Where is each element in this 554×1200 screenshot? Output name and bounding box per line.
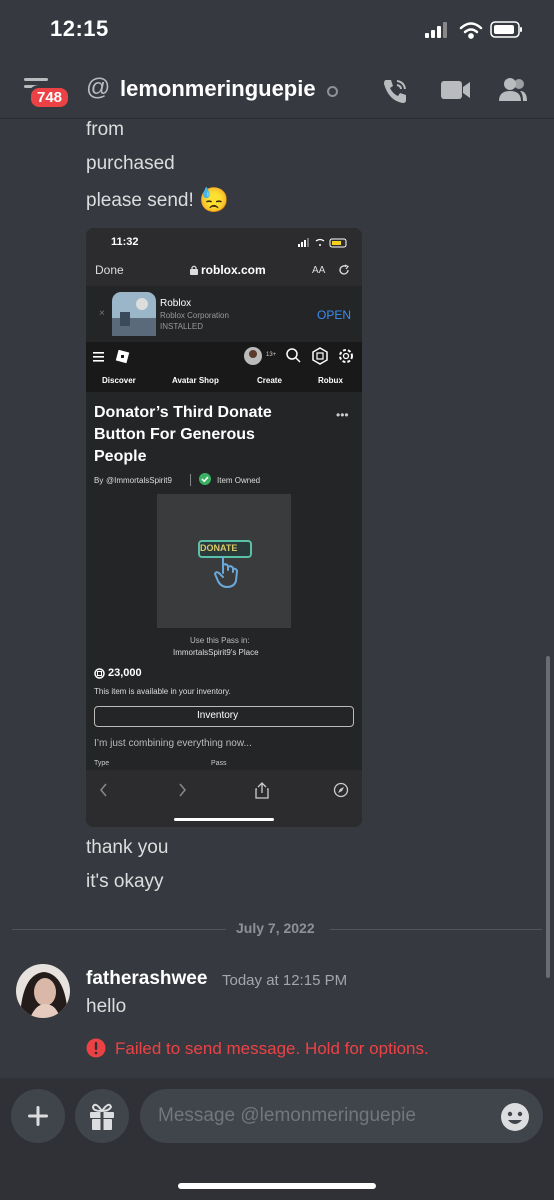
error-icon	[86, 1038, 106, 1058]
shot-donate-text: DONATE	[200, 543, 238, 553]
message-input-placeholder: Message @lemonmeringuepie	[158, 1105, 416, 1126]
shot-more-icon: •••	[336, 408, 349, 422]
plus-icon	[28, 1106, 48, 1126]
message-line-2: purchased	[86, 153, 175, 174]
emoji-picker-icon[interactable]	[500, 1102, 530, 1132]
shot-app-status: INSTALLED	[160, 322, 203, 331]
shot-robux-icon	[94, 668, 105, 679]
shot-roblox-app-icon	[112, 292, 156, 336]
shot-by: By	[94, 476, 104, 485]
shot-avatar-icon	[244, 347, 262, 365]
shot-app-company: Roblox Corporation	[160, 311, 229, 320]
message-line-5: it's okayy	[86, 871, 164, 892]
shot-place: ImmortalsSpirit9's Place	[173, 648, 259, 657]
shot-available: This item is available in your inventory…	[94, 687, 231, 696]
message-timestamp: Today at 12:15 PM	[222, 972, 348, 989]
offline-status-icon	[327, 86, 338, 97]
status-icons	[425, 21, 522, 39]
error-message[interactable]: Failed to send message. Hold for options…	[115, 1039, 429, 1059]
shot-inventory-label: Inventory	[197, 710, 239, 721]
shot-nav-icons	[286, 347, 353, 365]
unread-badge[interactable]: 748	[28, 85, 72, 110]
shot-pointer-hand-icon	[213, 556, 239, 589]
shot-nav-discover: Discover	[102, 376, 136, 385]
date-divider: July 7, 2022	[236, 920, 315, 936]
shot-price: 23,000	[108, 667, 142, 679]
shot-status-icons	[298, 238, 347, 248]
message-author[interactable]: fatherashwee	[86, 968, 207, 990]
shot-aa: AA	[312, 265, 326, 276]
shot-safari-toolbar-icons	[100, 782, 349, 799]
shot-use-pass: Use this Pass in:	[190, 636, 250, 645]
shot-menu-logo-icons	[93, 350, 130, 364]
message-line-3: please send!	[86, 190, 194, 211]
gift-icon	[90, 1103, 114, 1130]
members-icon[interactable]	[498, 76, 528, 104]
message-line-4: thank you	[86, 837, 169, 858]
wifi-icon	[459, 22, 483, 39]
shot-age: 13+	[266, 352, 277, 358]
sweat-emoji: 😓	[199, 187, 229, 214]
shot-nav-avatar-shop: Avatar Shop	[172, 376, 219, 385]
add-button[interactable]	[11, 1089, 65, 1143]
status-time: 12:15	[50, 16, 109, 41]
message-line-1: from	[86, 119, 124, 140]
shot-banner-close-icon: ×	[99, 308, 105, 319]
shot-nav-create: Create	[257, 376, 282, 385]
gift-button[interactable]	[75, 1089, 129, 1143]
shot-nav-robux: Robux	[318, 376, 343, 385]
shot-type-value: Pass	[211, 760, 227, 767]
shot-time: 11:32	[111, 236, 139, 248]
dm-at-icon: @	[86, 74, 111, 101]
shot-done-button: Done	[95, 263, 124, 277]
signal-icon	[425, 22, 447, 38]
shot-title-3: People	[94, 448, 147, 465]
shot-type-label: Type	[94, 760, 110, 767]
battery-icon	[490, 21, 522, 38]
message-text: hello	[86, 996, 127, 1017]
avatar[interactable]	[16, 964, 70, 1018]
shot-lock-icon	[190, 265, 198, 275]
shot-owned-check-icon	[199, 473, 211, 485]
image-attachment[interactable]: 11:32 Done roblox.com AA × Roblox Roblox…	[86, 228, 362, 827]
shot-title-1: Donator’s Third Donate	[94, 404, 272, 421]
shot-title-2: Button For Generous	[94, 426, 255, 443]
phone-call-icon[interactable]	[380, 76, 410, 106]
shot-description: I’m just combining everything now...	[94, 738, 252, 749]
shot-url: roblox.com	[201, 263, 266, 277]
channel-title[interactable]: lemonmeringuepie	[120, 76, 316, 102]
video-camera-icon[interactable]	[440, 78, 472, 102]
scrollbar[interactable]	[546, 656, 550, 978]
home-indicator	[178, 1183, 376, 1189]
shot-creator: @ImmortalsSpirit9	[106, 476, 172, 485]
date-divider-line-left	[12, 929, 226, 930]
date-divider-line-right	[330, 929, 542, 930]
shot-owned: Item Owned	[217, 476, 261, 485]
shot-open-button: OPEN	[317, 308, 352, 322]
shot-reload-icon	[339, 264, 349, 275]
shot-app-name: Roblox	[160, 298, 192, 309]
